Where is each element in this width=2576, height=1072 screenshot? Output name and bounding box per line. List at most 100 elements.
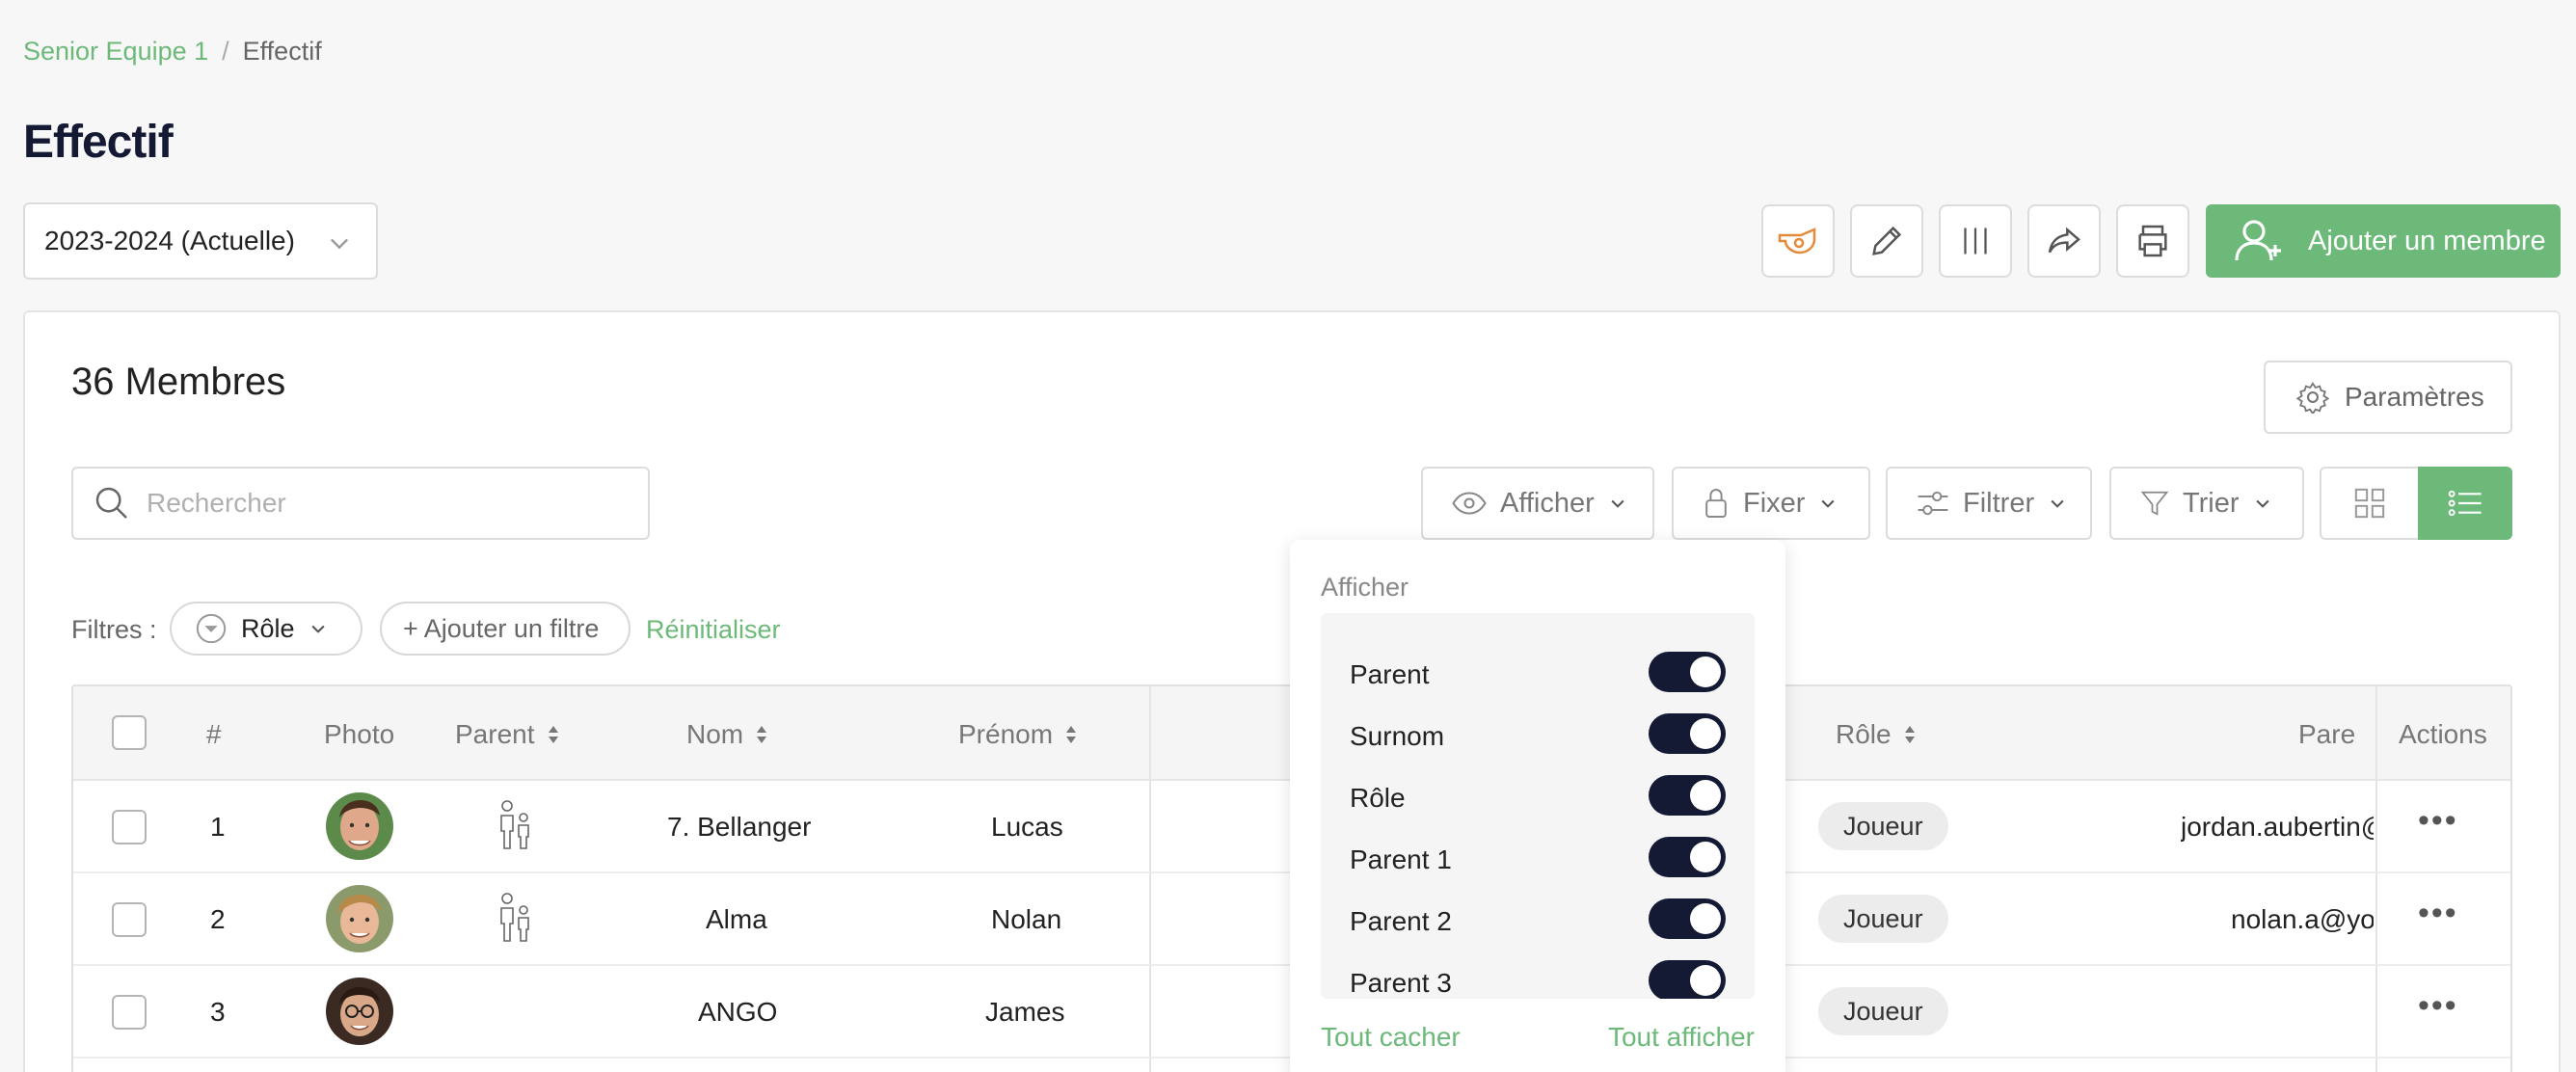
row-nom: ANGO bbox=[698, 997, 778, 1027]
parent-icon[interactable] bbox=[496, 798, 534, 852]
toggle-parent-2[interactable] bbox=[1649, 898, 1726, 939]
toggle-role[interactable] bbox=[1649, 775, 1726, 816]
toggle-parent-1[interactable] bbox=[1649, 837, 1726, 877]
role-badge: Joueur bbox=[1818, 802, 1948, 850]
row-actions-button[interactable]: ••• bbox=[2418, 895, 2458, 932]
role-filter-chip[interactable]: Rôle bbox=[170, 602, 362, 656]
display-option-label: Parent bbox=[1350, 659, 1430, 689]
gear-icon bbox=[2296, 382, 2329, 414]
breadcrumb-current: Effectif bbox=[242, 37, 322, 66]
toggle-parent-3[interactable] bbox=[1649, 960, 1726, 999]
display-option-label: Rôle bbox=[1350, 783, 1406, 813]
print-button[interactable] bbox=[2116, 204, 2189, 278]
sliders-icon bbox=[1918, 491, 1948, 516]
pencil-icon bbox=[1872, 226, 1902, 255]
search-icon bbox=[95, 487, 127, 519]
display-button[interactable]: Afficher bbox=[1421, 467, 1654, 540]
parent-icon[interactable] bbox=[496, 891, 534, 945]
filter-label: Filtrer bbox=[1963, 487, 2035, 519]
circle-chevron-icon bbox=[196, 613, 227, 644]
breadcrumb: Senior Equipe 1 / Effectif bbox=[23, 37, 322, 67]
columns-button[interactable] bbox=[1939, 204, 2012, 278]
column-header-prenom[interactable]: Prénom bbox=[958, 719, 1078, 750]
column-header-label: # bbox=[206, 719, 222, 749]
column-header-nom[interactable]: Nom bbox=[686, 719, 768, 750]
share-button[interactable] bbox=[2027, 204, 2101, 278]
list-view-button[interactable] bbox=[2418, 467, 2512, 540]
add-member-button[interactable]: Ajouter un membre bbox=[2206, 204, 2561, 278]
column-header-label: Nom bbox=[686, 719, 744, 749]
display-dropdown: Afficher Parent Surnom Rôle Parent 1 Par… bbox=[1290, 540, 1785, 1072]
row-prenom: Nolan bbox=[991, 904, 1062, 934]
reset-filters-link[interactable]: Réinitialiser bbox=[646, 615, 781, 645]
chevron-down-icon bbox=[2051, 499, 2064, 508]
display-option-label: Parent 1 bbox=[1350, 844, 1452, 874]
avatar bbox=[326, 978, 393, 1045]
sort-button[interactable]: Trier bbox=[2109, 467, 2304, 540]
whistle-icon bbox=[1778, 228, 1816, 255]
page-title: Effectif bbox=[23, 117, 174, 168]
row-prenom: Lucas bbox=[991, 812, 1063, 842]
whistle-button[interactable] bbox=[1761, 204, 1835, 278]
row-checkbox[interactable] bbox=[112, 995, 147, 1030]
column-header-label: Rôle bbox=[1836, 719, 1892, 749]
edit-button[interactable] bbox=[1850, 204, 1923, 278]
row-parent-email: jordan.aubertin@ bbox=[2181, 812, 2374, 842]
column-header-photo: Photo bbox=[324, 719, 394, 750]
season-select[interactable]: 2023-2024 (Actuelle) bbox=[23, 202, 378, 280]
sort-icon bbox=[1904, 726, 1915, 743]
column-header-label: Parent bbox=[455, 719, 535, 749]
row-number: 2 bbox=[210, 904, 226, 934]
column-header-label: Photo bbox=[324, 719, 395, 749]
columns-icon bbox=[1964, 228, 1987, 255]
column-header-parent[interactable]: Parent bbox=[455, 719, 560, 750]
grid-view-button[interactable] bbox=[2320, 467, 2418, 540]
sort-icon bbox=[548, 726, 558, 743]
toggle-parent[interactable] bbox=[1649, 652, 1726, 692]
chevron-down-icon bbox=[331, 238, 348, 250]
filters-label: Filtres : bbox=[71, 615, 157, 644]
select-all-checkbox[interactable] bbox=[112, 715, 147, 750]
column-header-label: Prénom bbox=[958, 719, 1054, 749]
parameters-label: Paramètres bbox=[2345, 382, 2484, 412]
row-parent-email: nolan.a@yo bbox=[2231, 904, 2374, 934]
column-header-role[interactable]: Rôle bbox=[1836, 719, 1917, 750]
display-label: Afficher bbox=[1500, 487, 1595, 519]
row-checkbox[interactable] bbox=[112, 810, 147, 844]
add-filter-button[interactable]: + Ajouter un filtre bbox=[380, 602, 631, 656]
pin-label: Fixer bbox=[1743, 487, 1806, 519]
row-checkbox[interactable] bbox=[112, 902, 147, 937]
filter-button[interactable]: Filtrer bbox=[1886, 467, 2092, 540]
row-nom: Alma bbox=[706, 904, 767, 934]
funnel-icon bbox=[2140, 491, 2169, 516]
breadcrumb-separator: / bbox=[222, 37, 229, 66]
column-header-number: # bbox=[206, 719, 222, 750]
chevron-down-icon bbox=[1821, 499, 1836, 508]
column-header-label: Actions bbox=[2399, 719, 2487, 749]
display-dropdown-list[interactable]: Parent Surnom Rôle Parent 1 Parent 2 Par… bbox=[1321, 613, 1755, 999]
show-all-link[interactable]: Tout afficher bbox=[1608, 1022, 1755, 1053]
avatar bbox=[326, 792, 393, 860]
role-badge: Joueur bbox=[1818, 895, 1948, 943]
members-count: 36 Membres bbox=[71, 361, 286, 403]
hide-all-link[interactable]: Tout cacher bbox=[1321, 1022, 1461, 1053]
column-header-parent1: Pare bbox=[2298, 719, 2355, 750]
chevron-down-icon bbox=[1611, 499, 1624, 508]
share-icon bbox=[2048, 227, 2080, 254]
sort-icon bbox=[757, 726, 767, 743]
breadcrumb-link-team[interactable]: Senior Equipe 1 bbox=[23, 37, 208, 66]
row-actions-button[interactable]: ••• bbox=[2418, 987, 2458, 1025]
row-prenom: James bbox=[985, 997, 1065, 1027]
display-dropdown-title: Afficher bbox=[1321, 573, 1409, 602]
parameters-button[interactable]: Paramètres bbox=[2264, 361, 2512, 434]
pin-button[interactable]: Fixer bbox=[1672, 467, 1870, 540]
column-header-label: Pare bbox=[2298, 719, 2356, 749]
sort-icon bbox=[1066, 726, 1077, 743]
toggle-surnom[interactable] bbox=[1649, 713, 1726, 754]
search-input[interactable] bbox=[147, 488, 629, 519]
chevron-down-icon bbox=[2255, 499, 2269, 508]
display-option-label: Surnom bbox=[1350, 721, 1445, 751]
role-badge: Joueur bbox=[1818, 987, 1948, 1035]
chevron-down-icon bbox=[310, 625, 325, 633]
row-actions-button[interactable]: ••• bbox=[2418, 802, 2458, 840]
